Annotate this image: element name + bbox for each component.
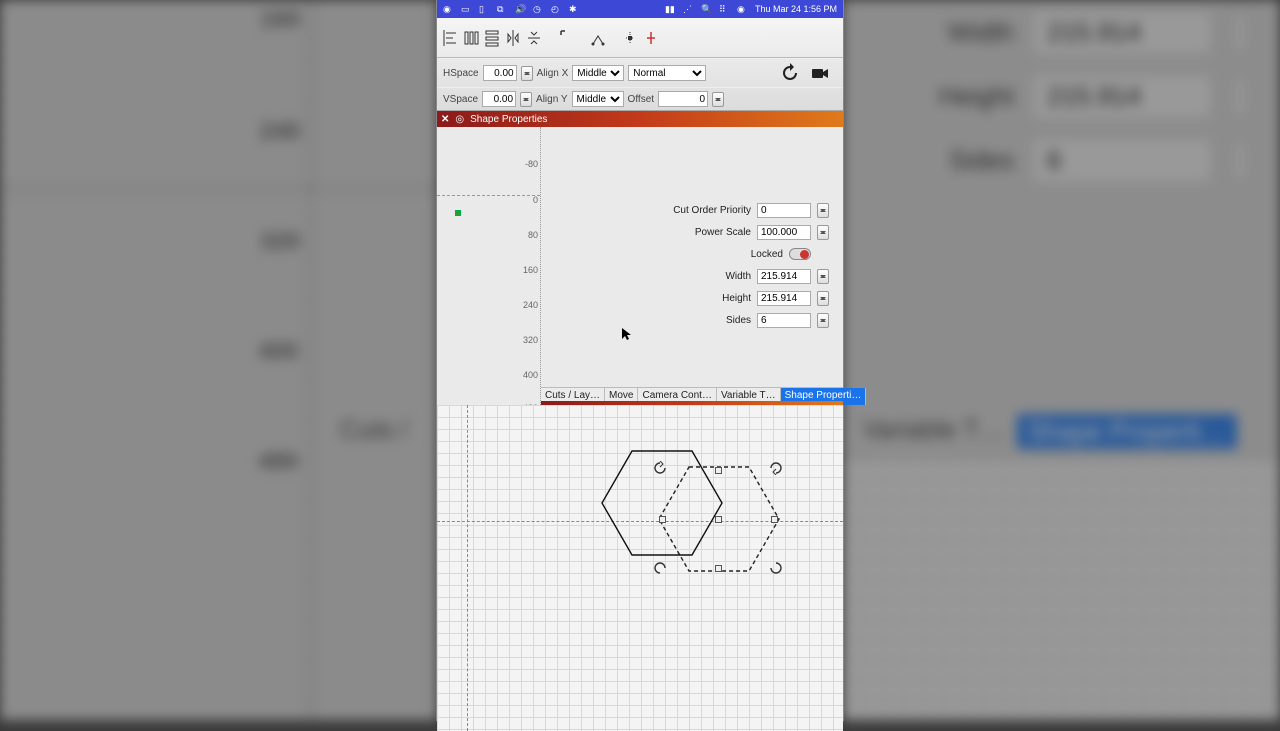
offset-stepper[interactable] xyxy=(712,92,724,107)
volume-icon: 🔊 xyxy=(515,4,525,14)
width-label: Width xyxy=(725,271,751,282)
menubar: ◉ ▭ ▯ ⧉ 🔊 ◷ ◴ ✱ ▮▮ ⋰ 🔍 ⠿ ◉ Thu Mar 24 1:… xyxy=(437,0,843,18)
height-stepper[interactable] xyxy=(817,291,829,306)
display-icon: ▭ xyxy=(461,4,471,14)
wifi-icon: ⋰ xyxy=(683,4,693,14)
style-select[interactable]: Normal xyxy=(628,65,706,81)
corner-icon[interactable] xyxy=(557,26,575,50)
rotate-handle-icon[interactable] xyxy=(769,461,783,475)
clock-icon: ◷ xyxy=(533,4,543,14)
distribute-v-icon[interactable] xyxy=(483,26,501,50)
guide-vertical xyxy=(467,405,468,731)
siri-icon[interactable]: ◉ xyxy=(737,4,747,14)
align-left-icon[interactable] xyxy=(441,26,459,50)
selection-handle[interactable] xyxy=(715,516,722,523)
panel-header: ✕ ◎ Shape Properties xyxy=(437,111,843,127)
sides-label: Sides xyxy=(726,315,751,326)
height-label: Height xyxy=(722,293,751,304)
toolbar: HSpace Align X Middle Normal VSpace Alig… xyxy=(437,18,843,111)
height-input[interactable] xyxy=(757,291,811,306)
alignx-label: Align X xyxy=(537,68,569,79)
vspace-label: VSpace xyxy=(443,94,478,105)
mirror-h-icon[interactable] xyxy=(504,26,522,50)
sides-input[interactable] xyxy=(757,313,811,328)
sides-stepper[interactable] xyxy=(817,313,829,328)
power-scale-input[interactable] xyxy=(757,225,811,240)
power-scale-label: Power Scale xyxy=(695,227,751,238)
vspace-stepper[interactable] xyxy=(520,92,532,107)
menubar-datetime: Thu Mar 24 1:56 PM xyxy=(755,4,837,14)
rotate-handle-icon[interactable] xyxy=(653,561,667,575)
locked-label: Locked xyxy=(751,249,783,260)
canvas[interactable] xyxy=(437,405,843,731)
offset-input[interactable] xyxy=(658,91,708,107)
selection-handle[interactable] xyxy=(771,516,778,523)
selection-handle[interactable] xyxy=(715,467,722,474)
panel-title: Shape Properties xyxy=(470,114,547,125)
selection-handle[interactable] xyxy=(659,516,666,523)
battery-status-icon: ▮▮ xyxy=(665,4,675,14)
panel-pin-icon[interactable]: ◎ xyxy=(455,114,464,125)
power-scale-stepper[interactable] xyxy=(817,225,829,240)
origin-marker xyxy=(455,210,461,216)
offset-label: Offset xyxy=(628,94,655,105)
aligny-select[interactable]: Middle xyxy=(572,91,624,107)
spotlight-icon[interactable]: 🔍 xyxy=(701,4,711,14)
apple-icon: ◉ xyxy=(443,4,453,14)
camera-icon[interactable] xyxy=(809,62,831,84)
aligny-label: Align Y xyxy=(536,94,568,105)
rotate-handle-icon[interactable] xyxy=(653,461,667,475)
cursor-icon xyxy=(621,327,631,341)
control-center-icon[interactable]: ⠿ xyxy=(719,4,729,14)
distribute-h-icon[interactable] xyxy=(462,26,480,50)
shape-properties-form: Cut Order Priority Power Scale Locked Wi… xyxy=(557,141,843,343)
width-stepper[interactable] xyxy=(817,269,829,284)
node-align-icon[interactable] xyxy=(621,26,639,50)
hspace-stepper[interactable] xyxy=(521,66,533,81)
refresh-icon[interactable] xyxy=(779,62,801,84)
bluetooth-icon: ✱ xyxy=(569,4,579,14)
cut-order-label: Cut Order Priority xyxy=(673,205,751,216)
hspace-input[interactable] xyxy=(483,65,517,81)
screenshot-icon: ⧉ xyxy=(497,4,507,14)
ruler-vertical: -80 0 80 160 240 320 400 480 xyxy=(437,127,541,405)
properties-area: 0 -80 -160 -80 0 80 160 240 320 400 480 … xyxy=(437,127,843,405)
app-window: ◉ ▭ ▯ ⧉ 🔊 ◷ ◴ ✱ ▮▮ ⋰ 🔍 ⠿ ◉ Thu Mar 24 1:… xyxy=(437,0,843,720)
timer-icon: ◴ xyxy=(551,4,561,14)
path-tool-icon[interactable] xyxy=(589,26,607,50)
cut-order-stepper[interactable] xyxy=(817,203,829,218)
selection-handle[interactable] xyxy=(715,565,722,572)
rotate-handle-icon[interactable] xyxy=(769,561,783,575)
add-node-icon[interactable] xyxy=(642,26,660,50)
alignx-select[interactable]: Middle xyxy=(572,65,624,81)
width-input[interactable] xyxy=(757,269,811,284)
vspace-input[interactable] xyxy=(482,91,516,107)
battery-icon: ▯ xyxy=(479,4,489,14)
mirror-v-icon[interactable] xyxy=(525,26,543,50)
hspace-label: HSpace xyxy=(443,68,479,79)
locked-toggle[interactable] xyxy=(789,248,811,260)
close-panel-icon[interactable]: ✕ xyxy=(441,114,449,125)
cut-order-input[interactable] xyxy=(757,203,811,218)
